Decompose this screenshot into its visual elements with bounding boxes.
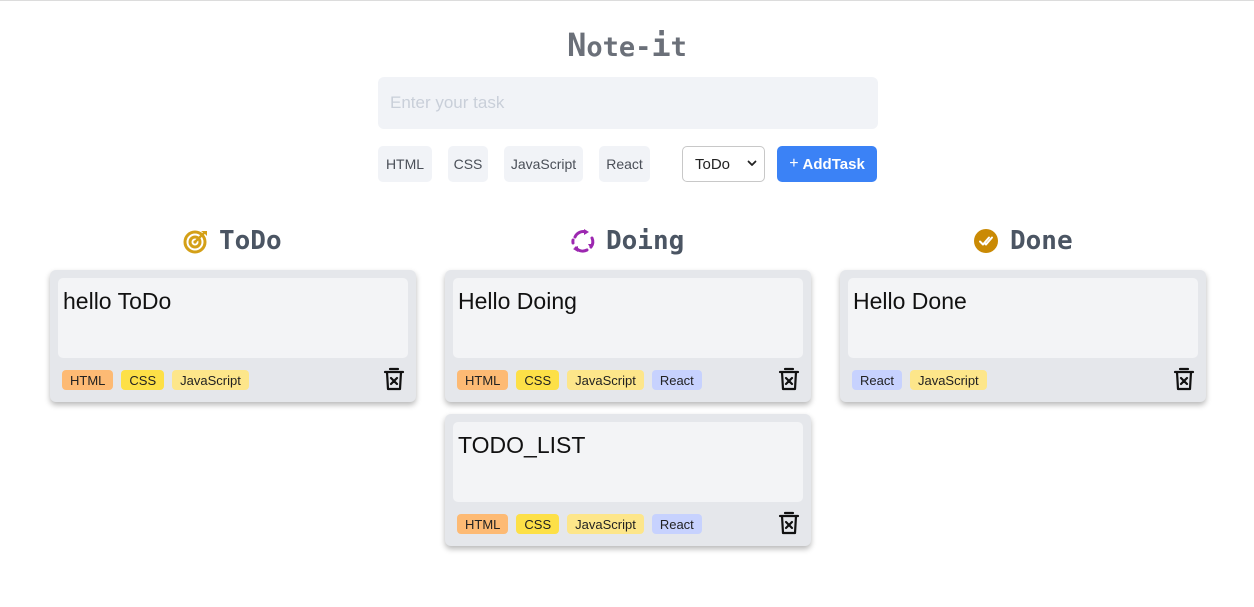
tag-button-react[interactable]: React [599, 146, 650, 182]
plus-icon: + [789, 155, 799, 172]
chevron-down-icon [747, 160, 757, 166]
column-title-todo: ToDo [219, 226, 282, 256]
task-text: Hello Doing [453, 278, 803, 358]
tag-javascript: JavaScript [567, 370, 644, 390]
target-icon [183, 230, 207, 254]
tag-javascript: JavaScript [567, 514, 644, 534]
app-title-end: t [670, 32, 687, 63]
tag-html: HTML [457, 370, 509, 390]
task-tags: HTML CSS JavaScript React [457, 514, 702, 534]
task-card: TODO_LIST HTML CSS JavaScript React [445, 414, 811, 546]
task-card: Hello Doing HTML CSS JavaScript React [445, 270, 811, 402]
sync-icon [571, 229, 595, 253]
trash-icon[interactable] [1173, 367, 1195, 391]
trash-icon[interactable] [778, 367, 800, 391]
task-card: Hello Done React JavaScript [840, 270, 1206, 402]
task-text: hello ToDo [58, 278, 408, 358]
task-tags: React JavaScript [852, 370, 987, 390]
task-card: hello ToDo HTML CSS JavaScript [50, 270, 416, 402]
tag-css: CSS [516, 370, 560, 390]
tag-css: CSS [516, 514, 560, 534]
column-title-done: Done [1010, 226, 1073, 256]
tag-javascript: JavaScript [909, 370, 987, 390]
trash-icon[interactable] [778, 511, 800, 535]
column-heading-todo: ToDo [183, 224, 282, 258]
top-border [0, 0, 1254, 1]
add-task-button[interactable]: + AddTask [777, 146, 877, 182]
column-title-doing: Doing [606, 226, 685, 256]
task-tags: HTML CSS JavaScript React [457, 370, 702, 390]
tag-css: CSS [121, 370, 165, 390]
tag-html: HTML [62, 370, 114, 390]
column-heading-done: Done [974, 224, 1073, 258]
status-select-value: ToDo [695, 155, 731, 173]
add-task-label: AddTask [802, 155, 865, 173]
app-title: Note-it [0, 26, 1254, 64]
app-title-middle: ote- [586, 32, 652, 63]
tag-react: React [651, 514, 702, 534]
task-text: TODO_LIST [453, 422, 803, 502]
check-circle-icon [974, 229, 998, 253]
tag-javascript: JavaScript [172, 370, 249, 390]
app-title-letter-i: i [651, 26, 671, 64]
tag-html: HTML [457, 514, 509, 534]
trash-icon[interactable] [383, 367, 405, 391]
task-input[interactable] [378, 77, 878, 129]
task-tags: HTML CSS JavaScript [62, 370, 249, 390]
tag-button-css[interactable]: CSS [448, 146, 488, 182]
column-heading-doing: Doing [570, 224, 684, 258]
status-select[interactable]: ToDo [682, 146, 765, 182]
tag-button-html[interactable]: HTML [378, 146, 432, 182]
task-text: Hello Done [848, 278, 1198, 358]
app-title-letter-n: N [567, 26, 587, 64]
tag-react: React [651, 370, 702, 390]
tag-button-javascript[interactable]: JavaScript [504, 146, 583, 182]
tag-react: React [852, 370, 902, 390]
